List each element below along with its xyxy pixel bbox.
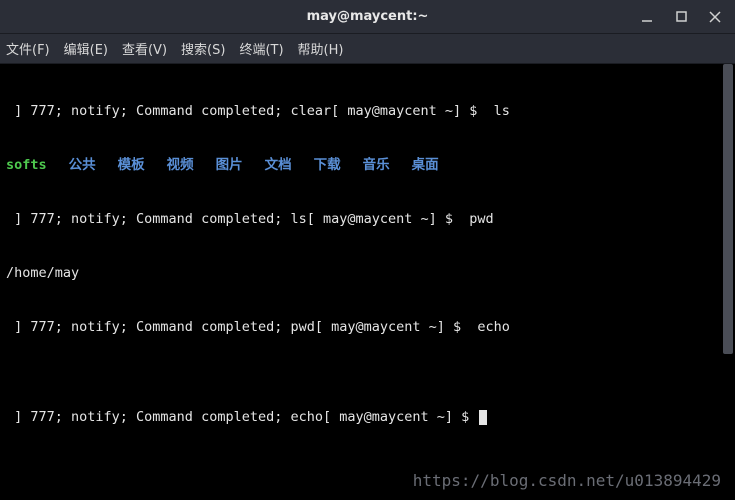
dir-softs: softs <box>6 157 47 173</box>
dir-public: 公共 <box>69 157 96 173</box>
pwd-output: /home/may <box>6 264 729 282</box>
dir-desktop: 桌面 <box>412 157 439 173</box>
maximize-icon <box>676 11 687 22</box>
terminal-line: ] 777; notify; Command completed; ls[ ma… <box>6 210 729 228</box>
dir-videos: 视频 <box>167 157 194 173</box>
close-button[interactable] <box>701 3 729 31</box>
close-icon <box>709 11 721 23</box>
terminal-cursor <box>479 410 487 425</box>
window-title: may@maycent:~ <box>307 9 429 24</box>
terminal-area[interactable]: ] 777; notify; Command completed; clear[… <box>0 64 735 500</box>
scrollbar-thumb[interactable] <box>723 64 733 354</box>
terminal-prompt-line: ] 777; notify; Command completed; echo[ … <box>6 408 729 426</box>
titlebar: may@maycent:~ <box>0 0 735 34</box>
dir-music: 音乐 <box>363 157 390 173</box>
window-controls <box>633 0 729 33</box>
menu-edit[interactable]: 编辑(E) <box>64 39 108 58</box>
minimize-icon <box>641 11 653 23</box>
dir-downloads: 下载 <box>314 157 341 173</box>
menu-view[interactable]: 查看(V) <box>122 39 167 58</box>
menu-search[interactable]: 搜索(S) <box>181 39 225 58</box>
dir-documents: 文档 <box>265 157 292 173</box>
terminal-line: ] 777; notify; Command completed; pwd[ m… <box>6 318 729 336</box>
ls-output-line: softs 公共 模板 视频 图片 文档 下载 音乐 桌面 <box>6 156 729 174</box>
menubar: 文件(F) 编辑(E) 查看(V) 搜索(S) 终端(T) 帮助(H) <box>0 34 735 64</box>
minimize-button[interactable] <box>633 3 661 31</box>
menu-file[interactable]: 文件(F) <box>6 39 50 58</box>
maximize-button[interactable] <box>667 3 695 31</box>
menu-help[interactable]: 帮助(H) <box>298 39 344 58</box>
terminal-line: ] 777; notify; Command completed; clear[… <box>6 102 729 120</box>
menu-terminal[interactable]: 终端(T) <box>239 39 283 58</box>
prompt-text: ] 777; notify; Command completed; echo[ … <box>6 409 477 425</box>
dir-pictures: 图片 <box>216 157 243 173</box>
dir-templates: 模板 <box>118 157 145 173</box>
